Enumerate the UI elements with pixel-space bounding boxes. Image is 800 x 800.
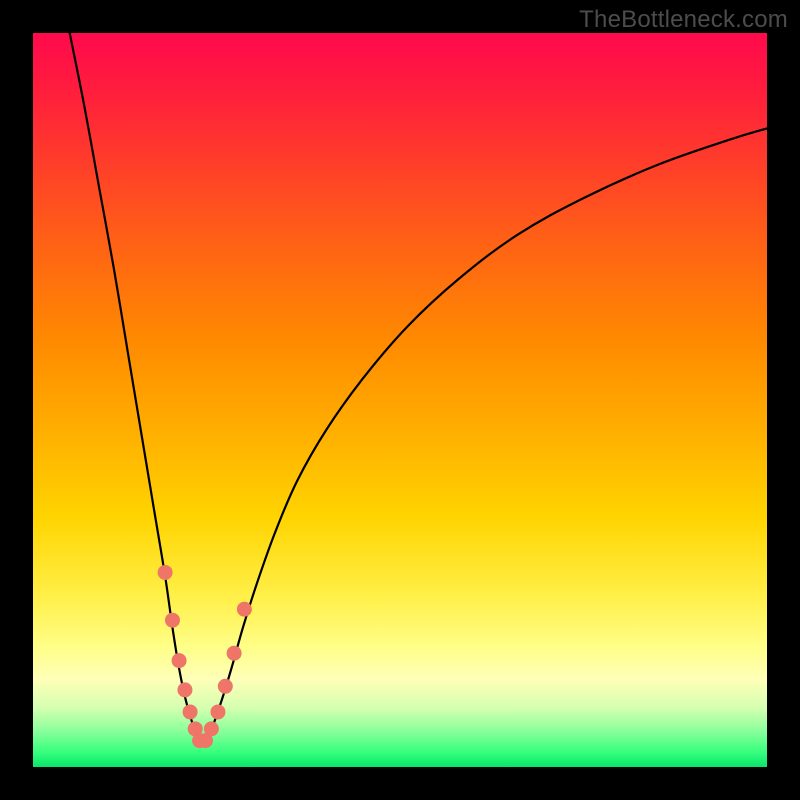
marker-dot	[172, 653, 187, 668]
plot-area	[33, 33, 767, 767]
marker-dot	[183, 704, 198, 719]
marker-dots	[158, 565, 252, 748]
marker-dot	[204, 721, 219, 736]
marker-dot	[210, 704, 225, 719]
marker-dot	[218, 679, 233, 694]
marker-dot	[227, 646, 242, 661]
watermark-text: TheBottleneck.com	[579, 6, 788, 34]
curve-left-branch	[70, 33, 201, 745]
marker-dot	[177, 682, 192, 697]
marker-dot	[158, 565, 173, 580]
marker-dot	[165, 613, 180, 628]
chart-svg	[33, 33, 767, 767]
outer-frame: TheBottleneck.com	[0, 0, 800, 800]
curve-right-branch	[205, 128, 767, 745]
marker-dot	[237, 602, 252, 617]
